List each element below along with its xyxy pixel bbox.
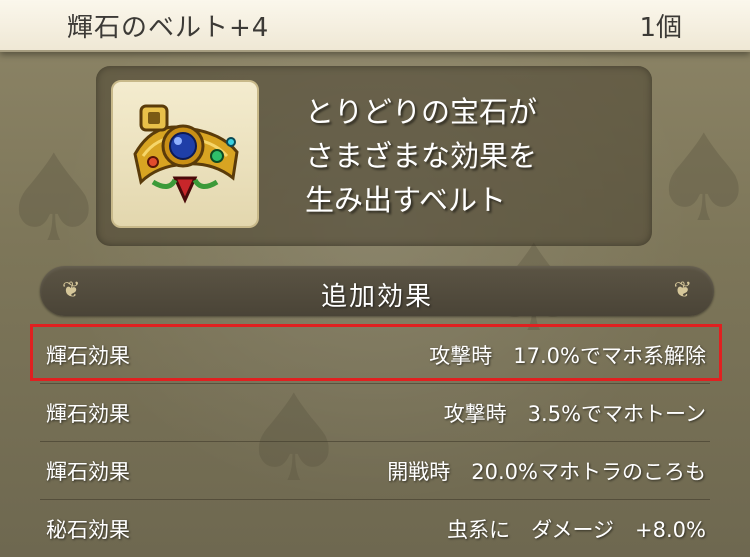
ornament-icon: ❦ (673, 278, 692, 303)
item-icon-frame (111, 80, 259, 228)
item-description: とりどりの宝石が さまざまな効果を 生み出すベルト (305, 90, 625, 222)
effect-value: 開戦時 20.0%マホトラのころも (387, 460, 706, 484)
effect-row[interactable]: 輝石効果 開戦時 20.0%マホトラのころも (30, 442, 720, 500)
effect-label: 輝石効果 (46, 402, 130, 426)
section-title: 追加効果 (320, 282, 433, 312)
effect-label: 輝石効果 (46, 460, 130, 484)
slime-watermark-icon: ♠ (0, 130, 108, 269)
description-line: さまざまな効果を (305, 139, 538, 173)
effect-label: 輝石効果 (46, 344, 130, 368)
item-header: 輝石のベルト+4 1個 (0, 0, 750, 52)
additional-effects-header: ❦ 追加効果 ❦ (40, 266, 714, 316)
effect-value: 攻撃時 3.5%でマホトーン (443, 402, 706, 426)
effect-row[interactable]: 秘石効果 虫系に ダメージ +8.0% (30, 500, 720, 557)
effect-row[interactable]: 輝石効果 攻撃時 3.5%でマホトーン (30, 384, 720, 442)
description-line: とりどりの宝石が (305, 95, 538, 129)
item-count: 1個 (639, 13, 682, 43)
item-name: 輝石のベルト+4 (67, 13, 270, 43)
effect-value: 攻撃時 17.0%でマホ系解除 (429, 344, 706, 368)
gem-belt-icon (133, 104, 239, 204)
slime-watermark-icon: ♠ (650, 110, 750, 249)
effect-label: 秘石効果 (46, 518, 130, 542)
effect-value: 虫系に ダメージ +8.0% (447, 518, 706, 542)
description-line: 生み出すベルト (305, 183, 506, 217)
item-detail-screen: ♠ ♠ ♠ ♠ 輝石のベルト+4 1個 (0, 0, 750, 557)
effect-row[interactable]: 輝石効果 攻撃時 17.0%でマホ系解除 (30, 326, 720, 384)
